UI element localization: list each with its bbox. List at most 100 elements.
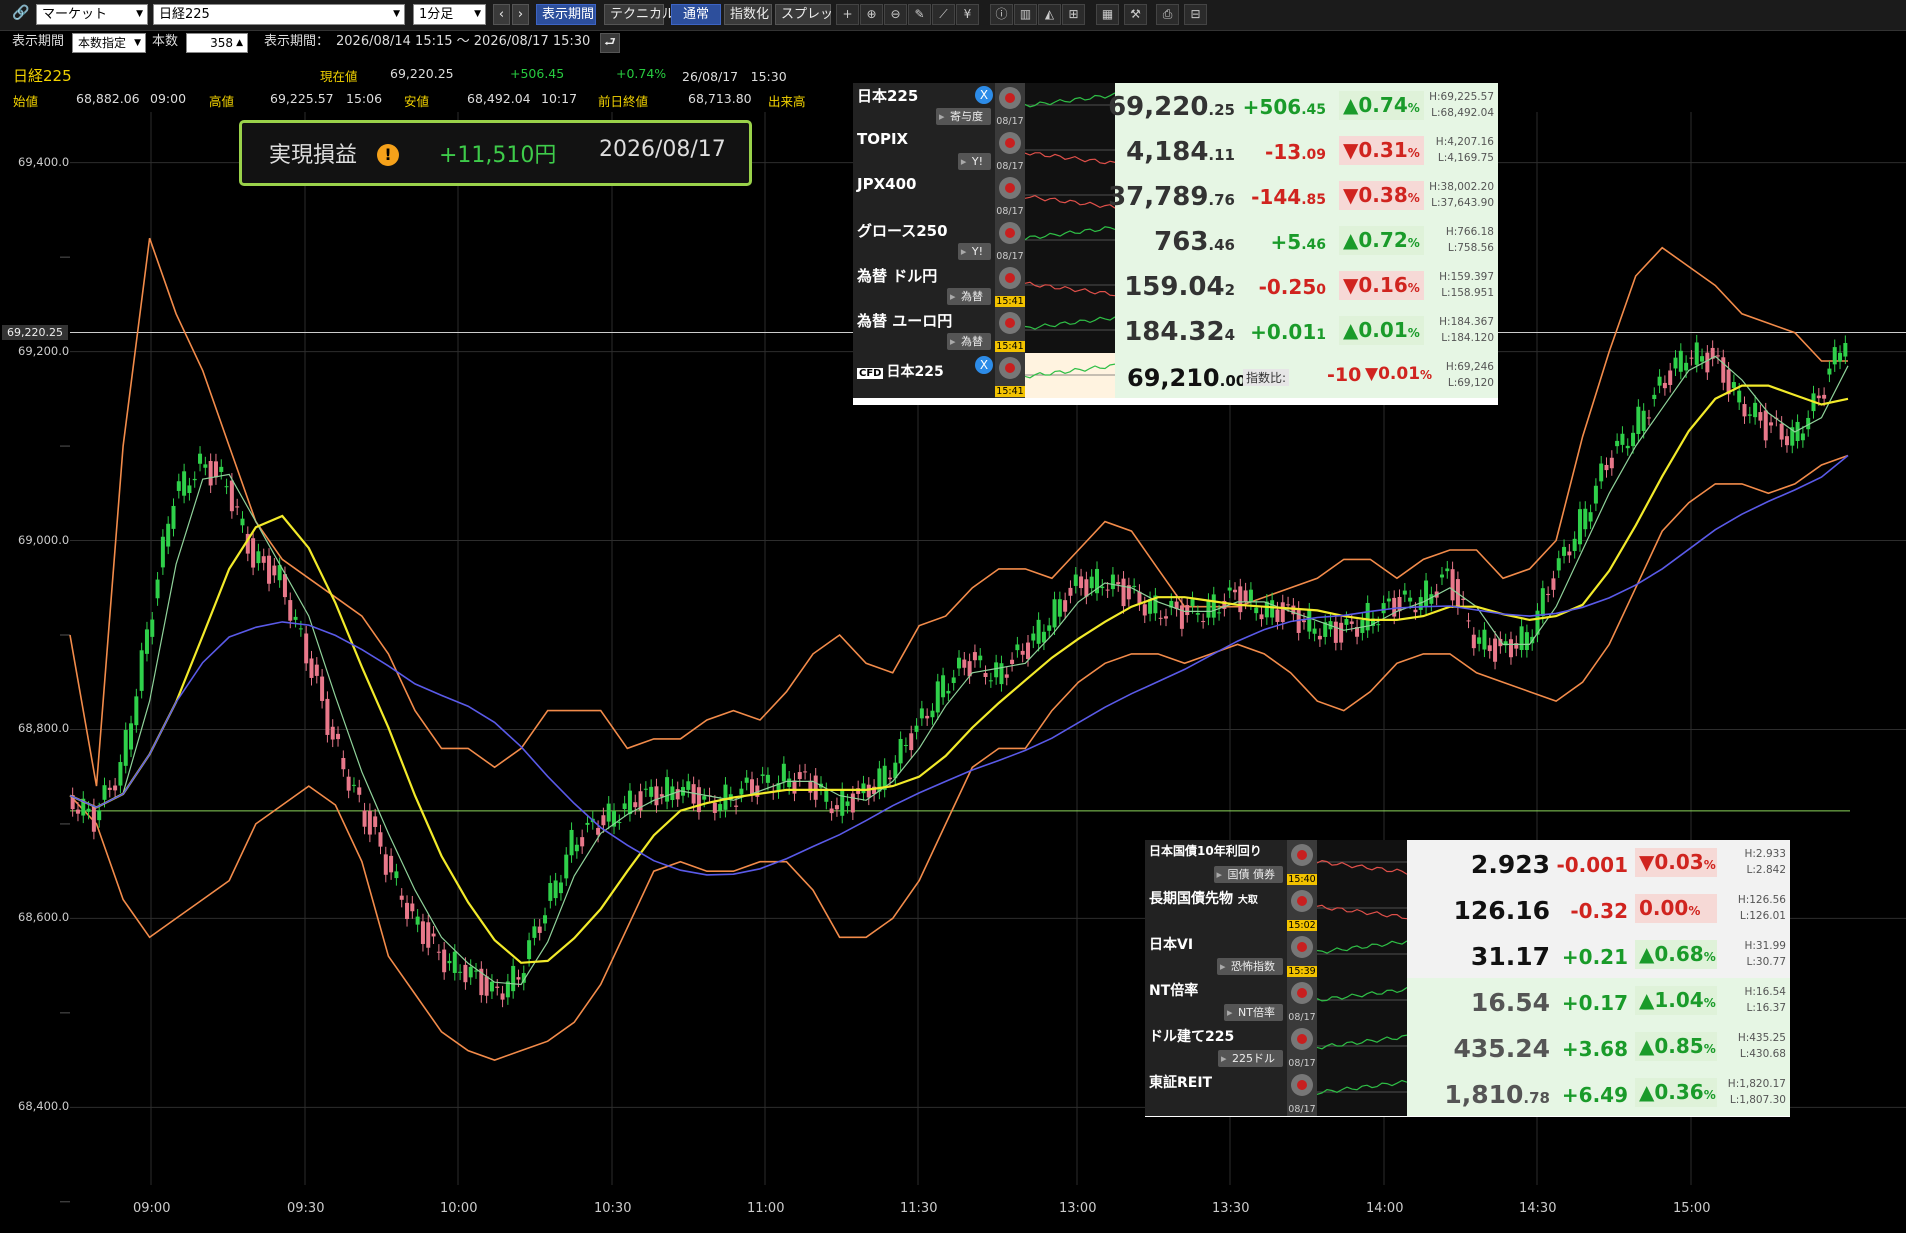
candle-body — [1052, 599, 1057, 628]
trend-icon[interactable]: ⟋ — [932, 4, 955, 25]
sparkline-path — [1316, 986, 1408, 1002]
bond-sub-button[interactable]: NT倍率 — [1224, 1004, 1283, 1021]
count-input[interactable]: 358 ▲ — [186, 33, 248, 53]
bond-date: 15:39 — [1287, 966, 1317, 977]
bond-row[interactable]: 日本VI 恐怖指数 15:39 31.17 +0.21 ▲0.68% H:31.99L:30… — [1145, 932, 1790, 978]
candle-body — [1631, 432, 1636, 447]
x-tick-label: 10:00 — [440, 1201, 478, 1216]
technical-button[interactable]: テクニカル — [604, 4, 675, 25]
period-button[interactable]: 表示期間 — [536, 4, 596, 25]
candle-body — [1063, 600, 1068, 612]
candle-body — [1673, 357, 1678, 369]
candle-body — [86, 808, 91, 812]
next-button[interactable]: › — [512, 4, 529, 25]
link-icon[interactable]: 🔗 — [12, 4, 29, 25]
bond-row[interactable]: ドル建て225 225ドル 08/17 435.24 +3.68 ▲0.85% H:435.… — [1145, 1024, 1790, 1070]
candle-body — [1121, 578, 1126, 607]
zoom-in-icon[interactable]: ⊕ — [860, 4, 883, 25]
bond-sub-button[interactable]: 恐怖指数 — [1217, 958, 1283, 975]
row-sub-button[interactable]: 寄与度 — [936, 108, 991, 125]
sparkline-cell — [1316, 1070, 1408, 1116]
market-row[interactable]: TOPIX Y! 08/17 4,184.11 -13.09 ▼0.31% H:4,207.… — [853, 128, 1498, 173]
sparkline-cell — [1024, 83, 1116, 128]
candle-body — [1832, 347, 1837, 365]
row-values: 159.042 -0.250 ▼0.16% H:159.397 L:158.951 — [1115, 263, 1498, 308]
mode-select[interactable]: 本数指定 ▼ — [72, 33, 146, 53]
candle-body — [1694, 342, 1699, 365]
bond-pct: ▼0.03% — [1635, 848, 1717, 877]
candle-body — [484, 976, 489, 996]
market-row[interactable]: 為替 ユーロ円為替15:41184.324+0.011▲0.01%H:184.3… — [853, 308, 1498, 353]
market-row[interactable]: グロース250 Y! 08/17 763.46 +5.46 ▲0.72% H:766.18L… — [853, 218, 1498, 263]
bond-sub-button[interactable]: 225ドル — [1218, 1050, 1283, 1067]
candle-body — [458, 971, 463, 973]
market-row[interactable]: 為替 ドル円為替15:41159.042-0.250▼0.16%H:159.39… — [853, 263, 1498, 308]
candle-body — [373, 816, 378, 827]
bond-change: -0.32 — [1570, 899, 1628, 923]
candle-body — [463, 964, 468, 983]
cfd-row[interactable]: CFD 日本225 X 15:41 69,210.00 指数比: -10 ▼0.01% H:69… — [853, 353, 1498, 398]
candle-body — [1519, 626, 1524, 650]
pl-value: +11,510円 — [439, 143, 557, 168]
category-select[interactable]: マーケット ▼ — [36, 4, 148, 25]
settings-chart-icon[interactable]: ⊞ — [1062, 4, 1085, 25]
export-icon[interactable]: ⊟ — [1184, 4, 1207, 25]
symbol-select[interactable]: 日経225 ▼ — [153, 4, 405, 25]
pen-icon[interactable]: ✎ — [908, 4, 931, 25]
prev-button[interactable]: ‹ — [493, 4, 510, 25]
candle-body — [702, 796, 707, 800]
pl-label: 実現損益 — [269, 143, 358, 168]
wrench-icon[interactable]: ⚒ — [1124, 4, 1147, 25]
market-row[interactable]: 日本225 X 寄与度 08/17 69,220.25 +506.45 ▲0.74%H:69… — [853, 83, 1498, 128]
candle-body — [1312, 628, 1317, 634]
volume-label: 出来高 — [768, 94, 806, 109]
x-icon[interactable]: X — [975, 86, 993, 104]
row-sub-button[interactable]: 為替 — [947, 288, 991, 305]
candle-body — [1625, 445, 1630, 449]
sparkline — [1316, 1079, 1408, 1095]
candle-body — [325, 698, 330, 735]
candle-body — [1742, 404, 1747, 417]
reset-icon[interactable]: ⮐ — [600, 33, 620, 53]
grid-icon[interactable]: ▦ — [1096, 4, 1119, 25]
flag-icon: 15:41 — [995, 263, 1025, 308]
info-icon[interactable]: ⓘ — [990, 4, 1013, 25]
candle-body — [1705, 352, 1710, 373]
spread-button[interactable]: スプレッド — [775, 4, 846, 25]
candle-body — [1211, 594, 1216, 618]
index-button[interactable]: 指数化 — [724, 4, 772, 25]
bond-name-cell: 日本VI 恐怖指数 — [1145, 932, 1287, 978]
candle-icon[interactable]: ▥ — [1014, 4, 1037, 25]
candle-body — [553, 880, 558, 899]
zoom-out-icon[interactable]: ⊖ — [884, 4, 907, 25]
row-sub-button[interactable]: Y! — [957, 153, 991, 170]
area-icon[interactable]: ◭ — [1038, 4, 1061, 25]
bond-row[interactable]: 長期国債先物 大取 15:02 126.16 -0.32 0.00% H:126.56 L:… — [1145, 886, 1790, 932]
candle-body — [383, 854, 388, 875]
market-row[interactable]: JPX400 08/17 37,789.76 -144.85 ▼0.38% H:38,00… — [853, 173, 1498, 218]
candle-body — [1800, 433, 1805, 441]
candle-body — [654, 786, 659, 806]
bond-date: 08/17 — [1288, 1058, 1316, 1069]
bond-row[interactable]: 日本国債10年利回り国債 債券15:402.923-0.001▼0.03%H:2… — [1145, 840, 1790, 886]
cfd-name-cell: CFD 日本225 X — [853, 353, 995, 398]
sparkline — [1316, 859, 1408, 875]
bond-row[interactable]: NT倍率 NT倍率 08/17 16.54 +0.17 ▲1.04% H:16.54L:16… — [1145, 978, 1790, 1024]
candle-body — [500, 993, 505, 1000]
row-sub-button[interactable]: 為替 — [947, 333, 991, 350]
print-icon[interactable]: ⎙ — [1156, 4, 1179, 25]
bond-row[interactable]: 東証REIT 08/17 1,810.78 +6.49 ▲0.36% H:1,820.17… — [1145, 1070, 1790, 1116]
candle-body — [543, 915, 548, 924]
bond-sub-button[interactable]: 国債 債券 — [1213, 866, 1283, 883]
normal-button[interactable]: 通常 — [671, 4, 721, 25]
crosshair-icon[interactable]: + — [836, 4, 859, 25]
x-icon[interactable]: X — [975, 356, 993, 374]
candle-body — [1333, 621, 1338, 643]
row-sub-button[interactable]: Y! — [957, 243, 991, 260]
yen-icon[interactable]: ¥ — [956, 4, 979, 25]
prev-close-value: 68,713.80 — [688, 91, 752, 106]
candle-body — [734, 805, 739, 807]
cfd-value: 69,210.00 — [1127, 364, 1247, 392]
candle-body — [675, 789, 680, 800]
interval-select[interactable]: 1分足 ▼ — [413, 4, 486, 25]
